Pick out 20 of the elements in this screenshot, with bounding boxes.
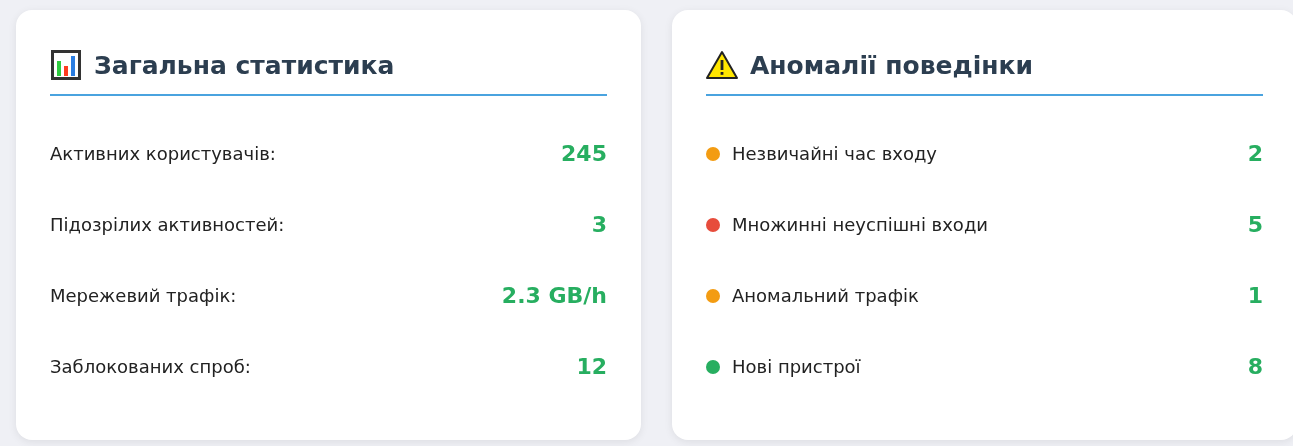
bar-chart-icon — [50, 50, 82, 80]
stat-label: Множинні неуспішні входи — [732, 214, 989, 235]
stat-label: Активних користувачів: — [50, 143, 276, 164]
card-title: Загальна статистика — [94, 50, 395, 80]
stat-value: 1 — [1247, 283, 1263, 308]
card-title: Аномалії поведінки — [750, 50, 1033, 80]
stat-label: Нові пристрої — [732, 356, 861, 377]
stat-value: 8 — [1247, 354, 1263, 379]
stat-value: 12 — [576, 354, 607, 379]
stat-value: 5 — [1247, 212, 1263, 237]
stat-label: Аномальний трафік — [732, 285, 919, 306]
warning-icon — [706, 50, 738, 80]
stat-value: 245 — [561, 141, 607, 166]
stat-label: Незвичайні час входу — [732, 143, 937, 164]
stat-label: Мережевий трафік: — [50, 285, 237, 306]
stat-value: 3 — [591, 212, 607, 237]
stat-value: 2.3 GB/h — [501, 283, 607, 308]
stat-label: Заблокованих спроб: — [50, 356, 251, 377]
stat-label: Підозрілих активностей: — [50, 214, 285, 235]
stat-value: 2 — [1247, 141, 1263, 166]
